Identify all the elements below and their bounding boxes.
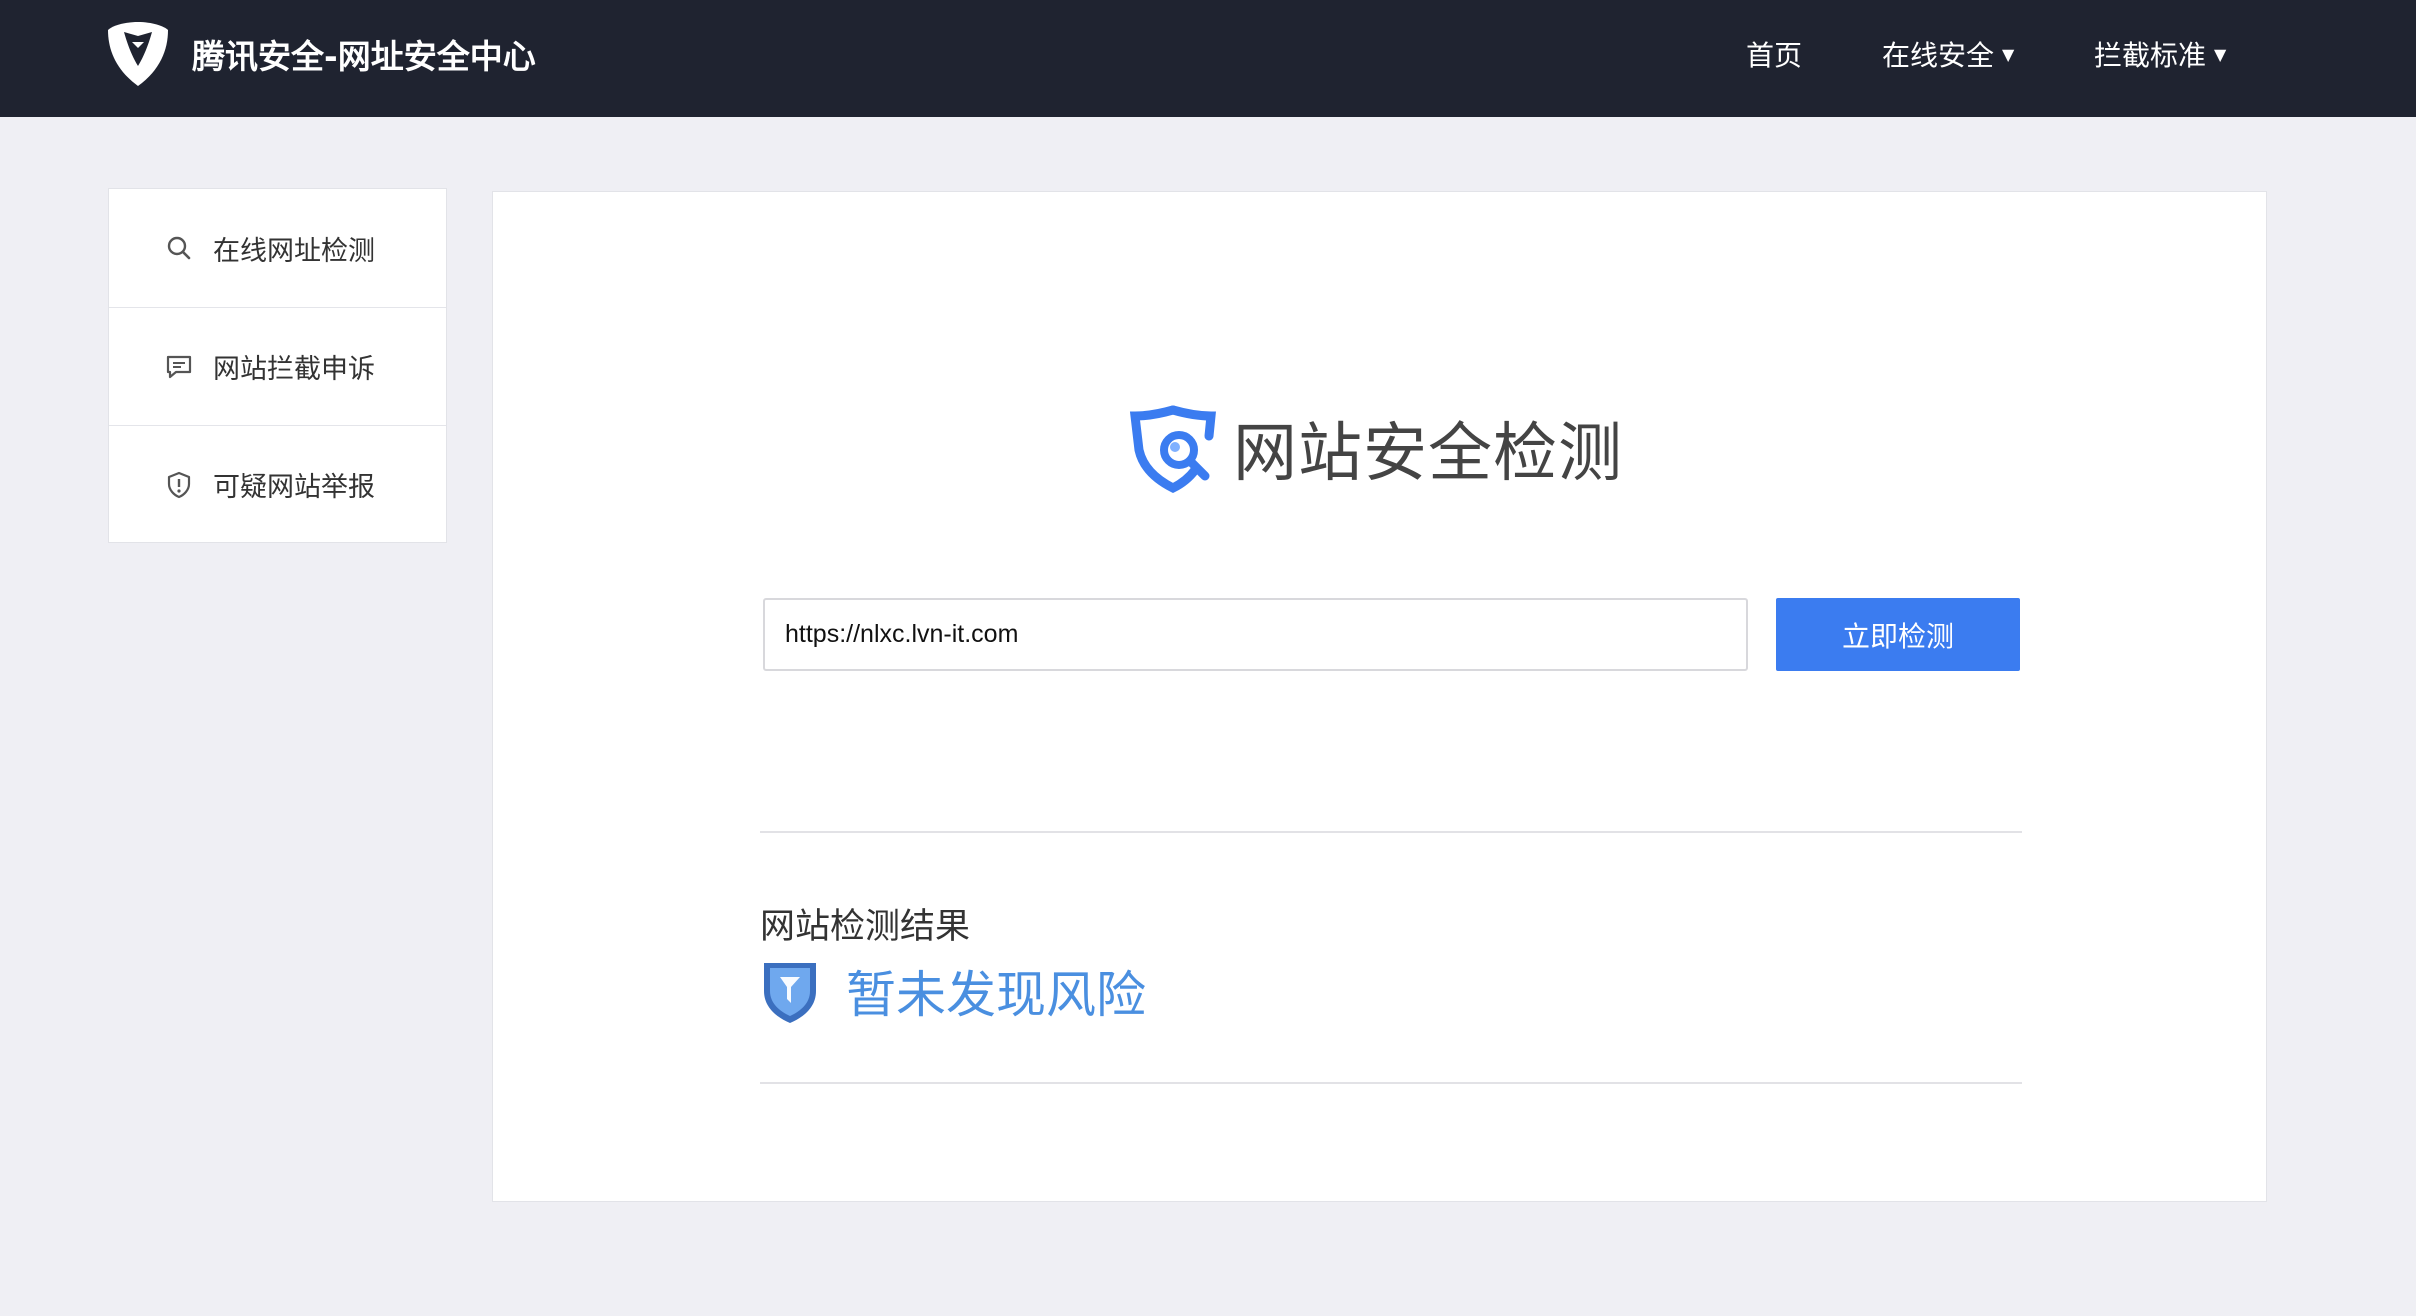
nav-online-security-label: 在线安全 [1882,39,1995,72]
safe-shield-icon [764,963,816,1023]
page-title: 网站安全检测 [1233,417,1623,491]
nav-block-standards[interactable]: 拦截标准 ▼ [2094,34,2226,74]
hero: 网站安全检测 [1125,400,1623,496]
url-input[interactable] [763,598,1748,671]
shield-alert-icon [165,471,193,499]
divider [760,831,2022,833]
brand-title: 腾讯安全-网址安全中心 [192,37,536,76]
sidebar-item-url-check[interactable]: 在线网址检测 [109,189,446,307]
check-now-button[interactable]: 立即检测 [1776,598,2020,671]
top-header: 腾讯安全-网址安全中心 首页 在线安全 ▼ 拦截标准 ▼ [0,0,2416,117]
main-panel: 网站安全检测 立即检测 网站检测结果 暂未发现风险 [492,191,2267,1202]
nav-online-security[interactable]: 在线安全 ▼ [1882,34,2014,74]
sidebar-item-label: 可疑网站举报 [213,472,375,503]
sidebar-item-appeal[interactable]: 网站拦截申诉 [109,307,446,425]
brand[interactable]: 腾讯安全-网址安全中心 [104,18,536,90]
nav-home-label: 首页 [1746,39,1803,72]
result-text: 暂未发现风险 [846,966,1146,1024]
shield-search-icon [1129,405,1216,494]
chat-icon [165,353,193,381]
sidebar-item-report[interactable]: 可疑网站举报 [109,425,446,543]
search-icon [165,234,193,262]
sidebar-item-label: 网站拦截申诉 [213,354,375,385]
result-heading: 网站检测结果 [760,907,971,947]
divider [760,1082,2022,1084]
chevron-down-icon: ▼ [2002,44,2015,64]
chevron-down-icon: ▼ [2214,44,2227,64]
tencent-security-logo-icon [108,22,168,86]
result-status: 暂未发现风险 [760,955,1146,1027]
nav-block-standards-label: 拦截标准 [2094,39,2207,72]
sidebar: 在线网址检测 网站拦截申诉 可疑网站举报 [108,188,447,543]
nav-home[interactable]: 首页 [1746,34,1802,74]
sidebar-item-label: 在线网址检测 [213,235,375,267]
